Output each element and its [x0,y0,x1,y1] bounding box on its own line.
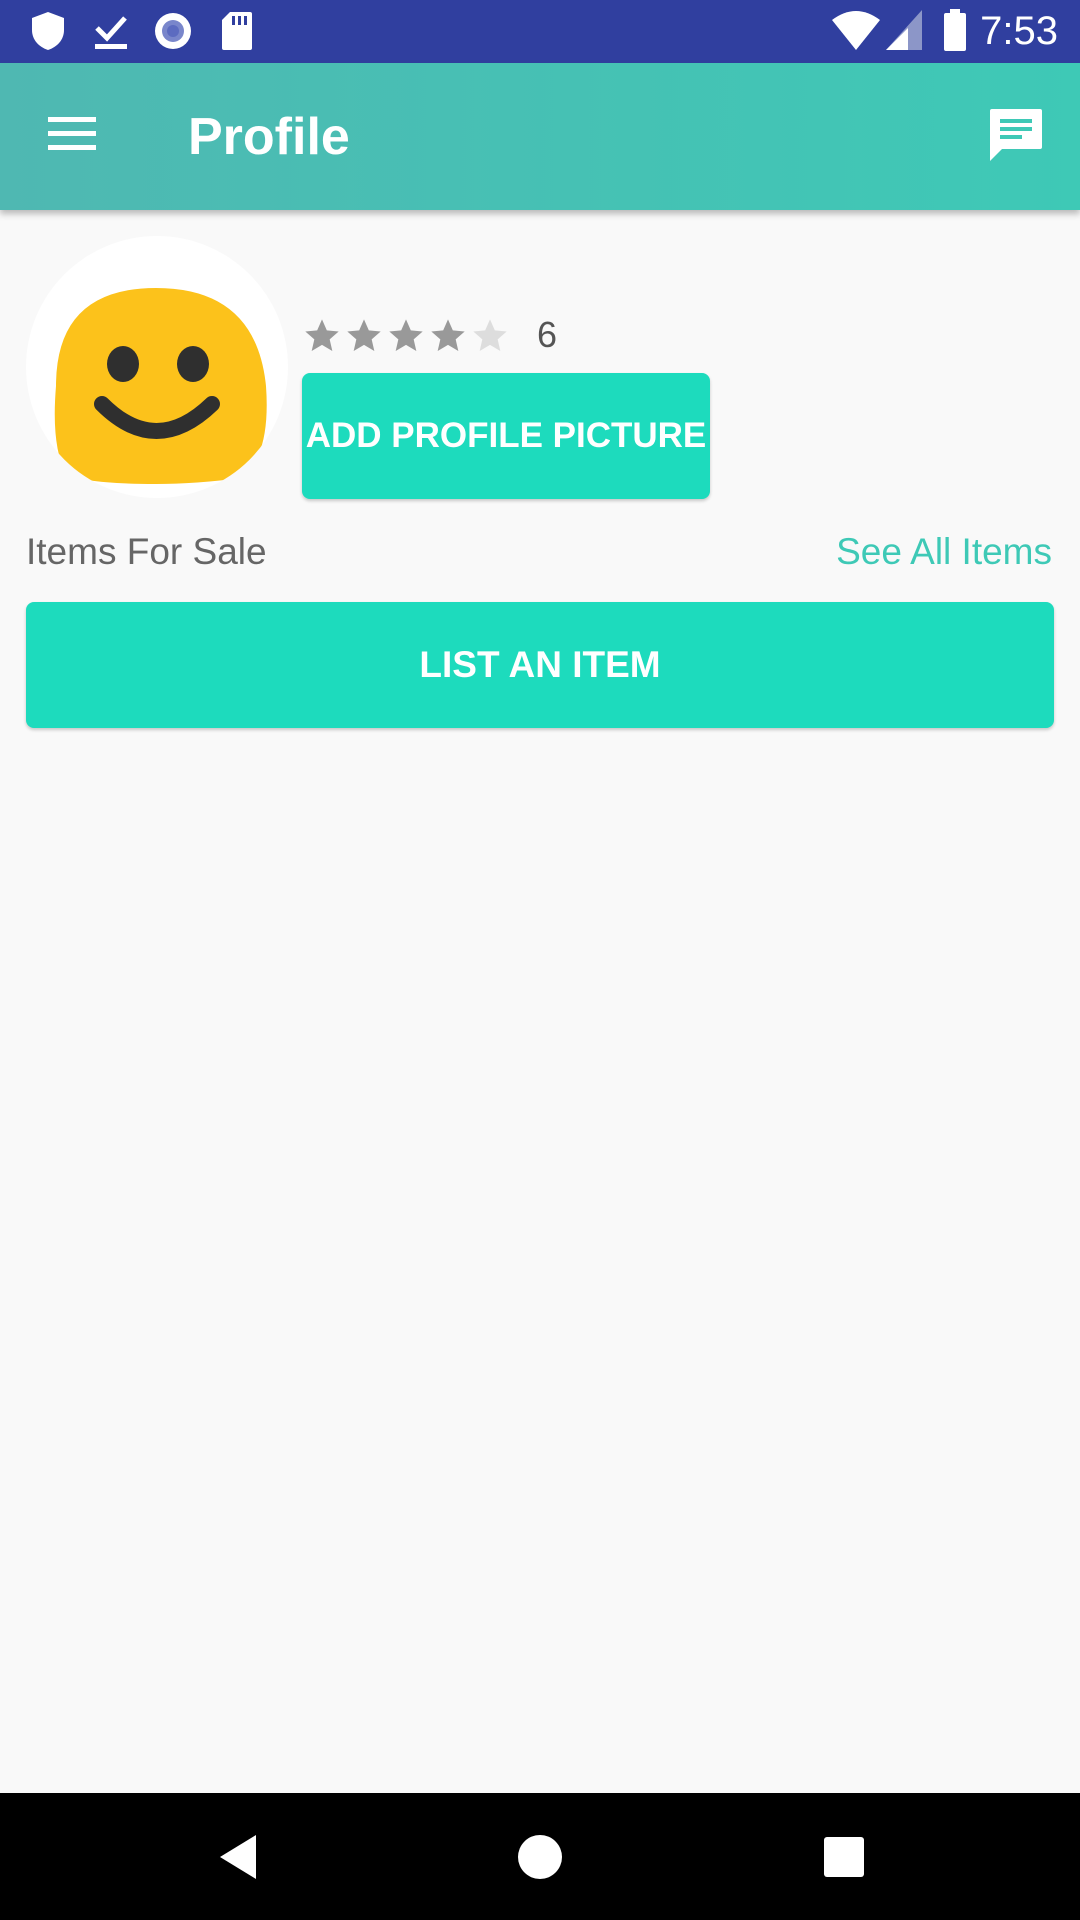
rating-count: 6 [537,314,558,355]
star-filled-icon [305,319,339,351]
smiley-face-icon [54,288,267,484]
star-filled-icon [431,319,465,351]
back-icon[interactable] [212,1829,268,1885]
battery-icon [944,9,966,51]
items-for-sale-heading: Items For Sale [26,531,267,572]
app-bar: Profile [0,63,1080,210]
list-an-item-button[interactable]: LIST AN ITEM [26,602,1054,728]
wifi-icon [832,11,880,50]
see-all-items-link[interactable]: See All Items [836,530,1052,574]
home-icon[interactable] [512,1829,568,1885]
star-filled-icon [389,319,423,351]
cell-signal-icon [886,10,922,50]
avatar[interactable] [26,236,288,498]
star-empty-icon [473,319,507,351]
star-filled-icon [347,319,381,351]
sd-card-icon [222,12,252,50]
status-time: 7:53 [980,9,1058,53]
chat-icon[interactable] [988,107,1044,163]
status-bar: 7:53 [0,0,1080,63]
shield-icon [32,12,64,50]
hamburger-menu-icon[interactable] [46,113,98,155]
record-icon [155,13,191,49]
add-profile-picture-button[interactable]: ADD PROFILE PICTURE [302,373,710,499]
download-done-icon [95,16,127,49]
page-title: Profile [188,108,350,166]
recents-icon[interactable] [816,1829,872,1885]
navigation-bar [0,1793,1080,1920]
